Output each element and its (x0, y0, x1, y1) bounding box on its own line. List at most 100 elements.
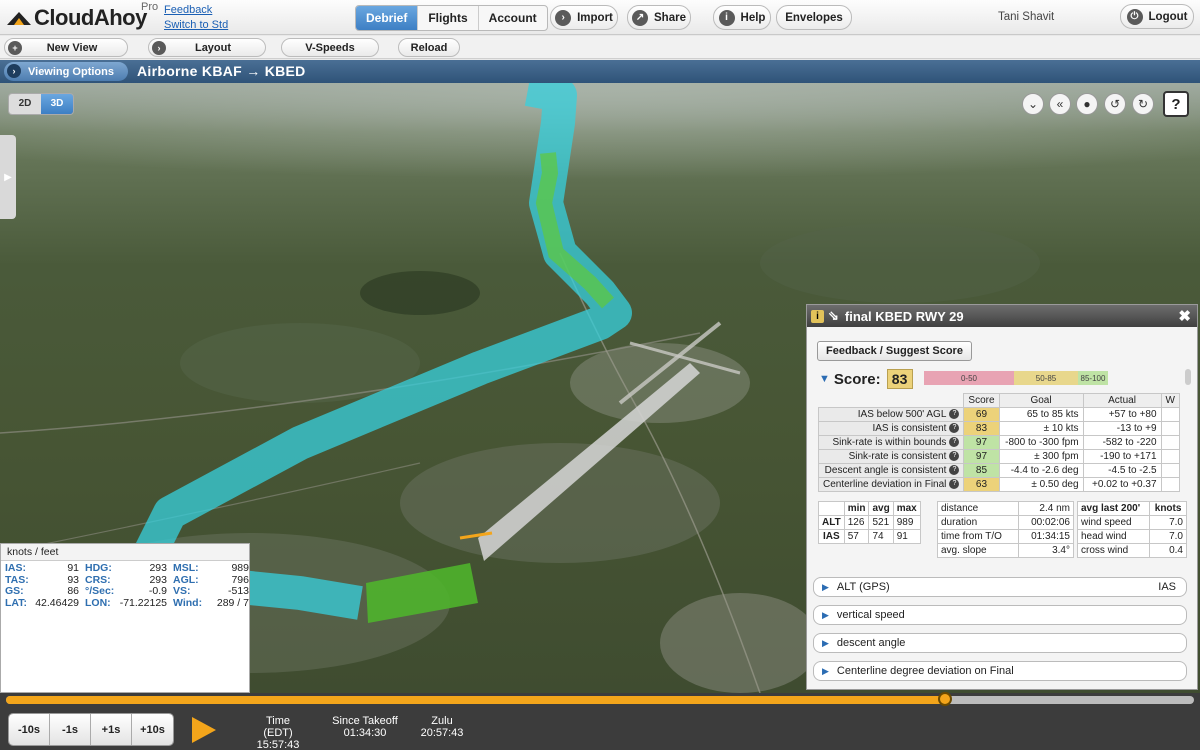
view-toolbar: + New View › Layout V-Speeds Reload (0, 36, 1200, 59)
col-actual: Actual (1082, 393, 1162, 408)
flight-title-bar: › Viewing Options Airborne KBAF → KBED (0, 60, 1200, 83)
logo-icon (6, 9, 32, 27)
expand-triangle-icon: ▶ (822, 637, 829, 648)
table-row: time from T/O 01:34:15 (936, 529, 1074, 544)
scale-high: 85-100 (1078, 371, 1108, 385)
share-icon: ↗ (632, 9, 649, 26)
rotate-ccw-icon[interactable]: ↺ (1104, 93, 1126, 115)
step-back-10s-button[interactable]: -10s (9, 714, 50, 745)
table-row: ALT 126 521 989 (818, 515, 921, 530)
section-centerline-deviation[interactable]: ▶ Centerline degree deviation on Final (813, 661, 1187, 681)
criteria-row: Descent angle is consistent? 85 -4.4 to -2… (817, 463, 1180, 478)
power-icon: ⏻ (1126, 8, 1143, 25)
tab-account[interactable]: Account (479, 6, 547, 30)
tab-flights[interactable]: Flights (418, 6, 479, 30)
main-tabs: Debrief Flights Account (355, 5, 548, 31)
logout-button[interactable]: ⏻ Logout (1120, 4, 1194, 29)
criteria-row: Sink-rate is within bounds? 97 -800 to -30… (817, 435, 1180, 450)
mode-2d-button[interactable]: 2D (9, 94, 41, 114)
reload-button[interactable]: Reload (398, 38, 460, 57)
rotate-cw-icon[interactable]: ↻ (1132, 93, 1154, 115)
table-row: wind speed 7.0 (1076, 515, 1187, 530)
flight-data-grid: IAS: 91 HDG: 293 MSL: 989 TAS: 93 CRS: 293 AG… (1, 561, 249, 609)
expand-triangle-icon: ▶ (822, 665, 829, 676)
data-cell: IAS: 91 (5, 562, 79, 574)
timeline-scrubber[interactable] (937, 692, 952, 706)
layout-button[interactable]: › Layout (148, 38, 266, 57)
import-icon: › (555, 9, 572, 26)
expand-triangle-icon: ▶ (822, 609, 829, 620)
flight-title: Airborne KBAF → KBED (137, 63, 306, 79)
playback-controls: -10s -1s +1s +10s Time (EDT) 15:57:43 Si… (0, 707, 1200, 750)
table-row: head wind 7.0 (1076, 529, 1187, 544)
viewing-options-button[interactable]: › Viewing Options (4, 62, 128, 81)
scale-low: 0-50 (924, 371, 1014, 385)
user-name: Tani Shavit (998, 11, 1055, 23)
panel-scrollbar[interactable] (1185, 369, 1191, 385)
step-buttons: -10s -1s +1s +10s (8, 713, 174, 746)
data-cell: LON: -71.22125 (85, 596, 167, 609)
data-cell: GS: 86 (5, 585, 79, 597)
envelopes-button[interactable]: Envelopes (776, 5, 852, 30)
tab-debrief[interactable]: Debrief (356, 6, 419, 30)
feedback-suggest-score-button[interactable]: Feedback / Suggest Score (817, 341, 972, 361)
question-icon[interactable]: ? (949, 479, 960, 490)
flight-data-box: knots / feet IAS: 91 HDG: 293 MSL: 989 TAS:… (0, 543, 250, 693)
tilt-down-icon[interactable]: ⌄ (1022, 93, 1044, 115)
step-forward-10s-button[interactable]: +10s (132, 714, 173, 745)
map-help-button[interactable]: ? (1163, 91, 1189, 117)
data-cell: MSL: 989 (173, 562, 249, 574)
col-goal: Goal (998, 393, 1084, 408)
timeline-bar (0, 692, 1200, 707)
center-icon[interactable]: ● (1076, 93, 1098, 115)
switch-to-std-link[interactable]: Switch to Std (164, 18, 228, 33)
feedback-link[interactable]: Feedback (164, 3, 228, 18)
question-icon[interactable]: ? (949, 451, 960, 462)
units-label: knots / feet (1, 544, 249, 561)
expand-triangle-icon: ▶ (822, 581, 829, 592)
app-name: CloudAhoy (34, 5, 147, 30)
score-scale: 0-50 50-85 85-100 (924, 371, 1179, 385)
table-row: duration 00:02:06 (936, 515, 1074, 530)
mode-3d-button[interactable]: 3D (41, 94, 73, 114)
panel-title: final KBED RWY 29 (844, 308, 964, 324)
collapse-triangle-icon[interactable]: ▼ (819, 373, 830, 385)
share-button[interactable]: ↗ Share (627, 5, 691, 30)
table-row: distance 2.4 nm (936, 501, 1074, 516)
scale-mid: 50-85 (1014, 371, 1078, 385)
criteria-row: Centerline deviation in Final? 63 ± 0.50 d… (817, 477, 1180, 492)
data-cell: LAT: 42.46429 (5, 596, 79, 609)
table-row: cross wind 0.4 (1076, 543, 1187, 558)
step-forward-1s-button[interactable]: +1s (91, 714, 132, 745)
side-panel-toggle[interactable]: ▶ (0, 135, 16, 219)
score-summary[interactable]: ▼ Score: 83 (819, 369, 913, 389)
rotate-left-icon[interactable]: « (1049, 93, 1071, 115)
table-row: IAS 57 74 91 (818, 529, 921, 544)
section-vertical-speed[interactable]: ▶ vertical speed (813, 605, 1187, 625)
wind-table: avg last 200' knots wind speed 7.0 head wi… (1076, 501, 1187, 558)
plus-icon: + (8, 41, 22, 55)
col-extra: W (1160, 393, 1180, 408)
data-cell: Wind: 289 / 7 (173, 596, 249, 609)
play-icon[interactable] (192, 717, 216, 743)
time-zulu: Zulu 20:57:43 (420, 715, 464, 739)
expand-icon[interactable]: ⇘ (828, 308, 839, 324)
timeline-track[interactable] (6, 692, 1194, 706)
help-button[interactable]: i Help (713, 5, 771, 30)
cloudahoy-logo[interactable]: CloudAhoy (6, 4, 147, 32)
info-icon[interactable]: i (811, 309, 824, 323)
close-icon[interactable]: ✖ (1178, 307, 1191, 325)
vspeeds-button[interactable]: V-Speeds (281, 38, 379, 57)
question-icon[interactable]: ? (949, 465, 960, 476)
step-back-1s-button[interactable]: -1s (50, 714, 91, 745)
score-criteria-table: Score Goal Actual W IAS below 500' AGL? 6… (817, 393, 1180, 492)
new-view-button[interactable]: + New View (4, 38, 128, 57)
question-icon[interactable]: ? (949, 409, 960, 420)
section-descent-angle[interactable]: ▶ descent angle (813, 633, 1187, 653)
chevron-right-icon: › (7, 64, 21, 78)
question-icon[interactable]: ? (949, 423, 960, 434)
section-alt-gps[interactable]: ▶ ALT (GPS) IAS (813, 577, 1187, 597)
question-icon[interactable]: ? (949, 437, 960, 448)
import-button[interactable]: › Import (550, 5, 618, 30)
time-since-takeoff: Since Takeoff 01:34:30 (332, 715, 398, 739)
